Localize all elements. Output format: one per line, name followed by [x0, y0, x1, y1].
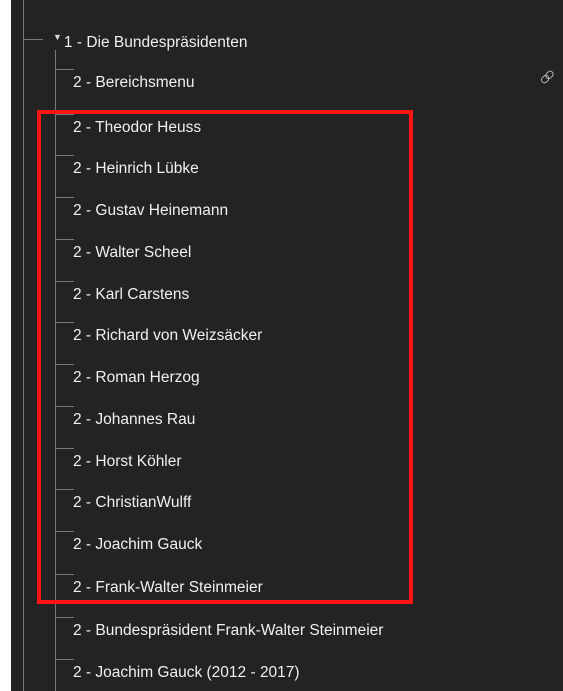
tree-connector — [55, 406, 74, 407]
tree-item-label: 2 - Bereichsmenu — [73, 74, 195, 91]
tree-item-label: 2 - Roman Herzog — [73, 369, 200, 386]
tree-item-label: 2 - Richard von Weizsäcker — [73, 327, 263, 344]
triangle-down-icon[interactable]: ▼ — [53, 30, 62, 44]
tree-panel: ▼ 1 - Die Bundespräsidenten 2 - Bereichsm… — [11, 0, 563, 691]
tree-item-label: 2 - Johannes Rau — [73, 411, 196, 428]
tree-item-karl-carstens[interactable]: 2 - Karl Carstens — [73, 282, 189, 308]
tree-guide-line-outer — [23, 0, 24, 691]
tree-connector — [55, 659, 74, 660]
tree-item-label: 2 - Walter Scheel — [73, 244, 192, 261]
tree-item-label: 2 - Frank-Walter Steinmeier — [73, 579, 263, 596]
tree-item-horst-koehler[interactable]: 2 - Horst Köhler — [73, 449, 182, 475]
tree-item-roman-herzog[interactable]: 2 - Roman Herzog — [73, 365, 200, 391]
tree-item-label: 2 - Karl Carstens — [73, 286, 190, 303]
tree-connector — [55, 69, 74, 70]
tree-root-item[interactable]: ▼ 1 - Die Bundespräsidenten — [53, 30, 247, 56]
tree-connector — [55, 617, 74, 618]
tree-item-label: 2 - Theodor Heuss — [73, 119, 202, 136]
tree-connector — [55, 364, 74, 365]
tree-connector-root — [23, 39, 43, 40]
tree-item-label: 2 - Joachim Gauck — [73, 536, 203, 553]
tree-item-frank-walter-steinmeier[interactable]: 2 - Frank-Walter Steinmeier — [73, 575, 263, 601]
tree-connector — [55, 281, 74, 282]
tree-item-bereichsmenu[interactable]: 2 - Bereichsmenu — [73, 70, 194, 96]
tree-connector — [55, 114, 74, 115]
tree-connector — [55, 448, 74, 449]
tree-item-label: 2 - ChristianWulff — [73, 494, 192, 511]
tree-item-johannes-rau[interactable]: 2 - Johannes Rau — [73, 407, 195, 433]
tree-item-richard-von-weizsaecker[interactable]: 2 - Richard von Weizsäcker — [73, 323, 262, 349]
tree-item-label: 2 - Horst Köhler — [73, 453, 182, 470]
tree-connector — [55, 322, 74, 323]
tree-item-label: 2 - Heinrich Lübke — [73, 160, 199, 177]
tree-connector — [55, 197, 74, 198]
tree-item-bundespraesident-steinmeier[interactable]: 2 - Bundespräsident Frank-Walter Steinme… — [73, 618, 383, 644]
tree-item-label: 2 - Bundespräsident Frank-Walter Steinme… — [73, 622, 384, 639]
tree-connector — [55, 155, 74, 156]
tree-item-joachim-gauck-2012-2017[interactable]: 2 - Joachim Gauck (2012 - 2017) — [73, 660, 300, 686]
link-icon[interactable] — [538, 67, 558, 87]
tree-connector — [55, 489, 74, 490]
tree-guide-line-children — [55, 50, 56, 691]
tree-item-christian-wulff[interactable]: 2 - ChristianWulff — [73, 490, 191, 516]
tree-item-label: 2 - Gustav Heinemann — [73, 202, 229, 219]
tree-item-heinrich-luebke[interactable]: 2 - Heinrich Lübke — [73, 156, 199, 182]
cutoff-item-fragment — [311, 0, 371, 2]
tree-item-walter-scheel[interactable]: 2 - Walter Scheel — [73, 240, 191, 266]
tree-item-joachim-gauck[interactable]: 2 - Joachim Gauck — [73, 532, 202, 558]
tree-item-label: 2 - Joachim Gauck (2012 - 2017) — [73, 664, 300, 681]
tree-connector — [55, 574, 74, 575]
tree-connector — [55, 531, 74, 532]
tree-connector — [55, 239, 74, 240]
tree-item-theodor-heuss[interactable]: 2 - Theodor Heuss — [73, 115, 201, 141]
tree-root-label: 1 - Die Bundespräsidenten — [63, 34, 248, 51]
tree-item-gustav-heinemann[interactable]: 2 - Gustav Heinemann — [73, 198, 228, 224]
